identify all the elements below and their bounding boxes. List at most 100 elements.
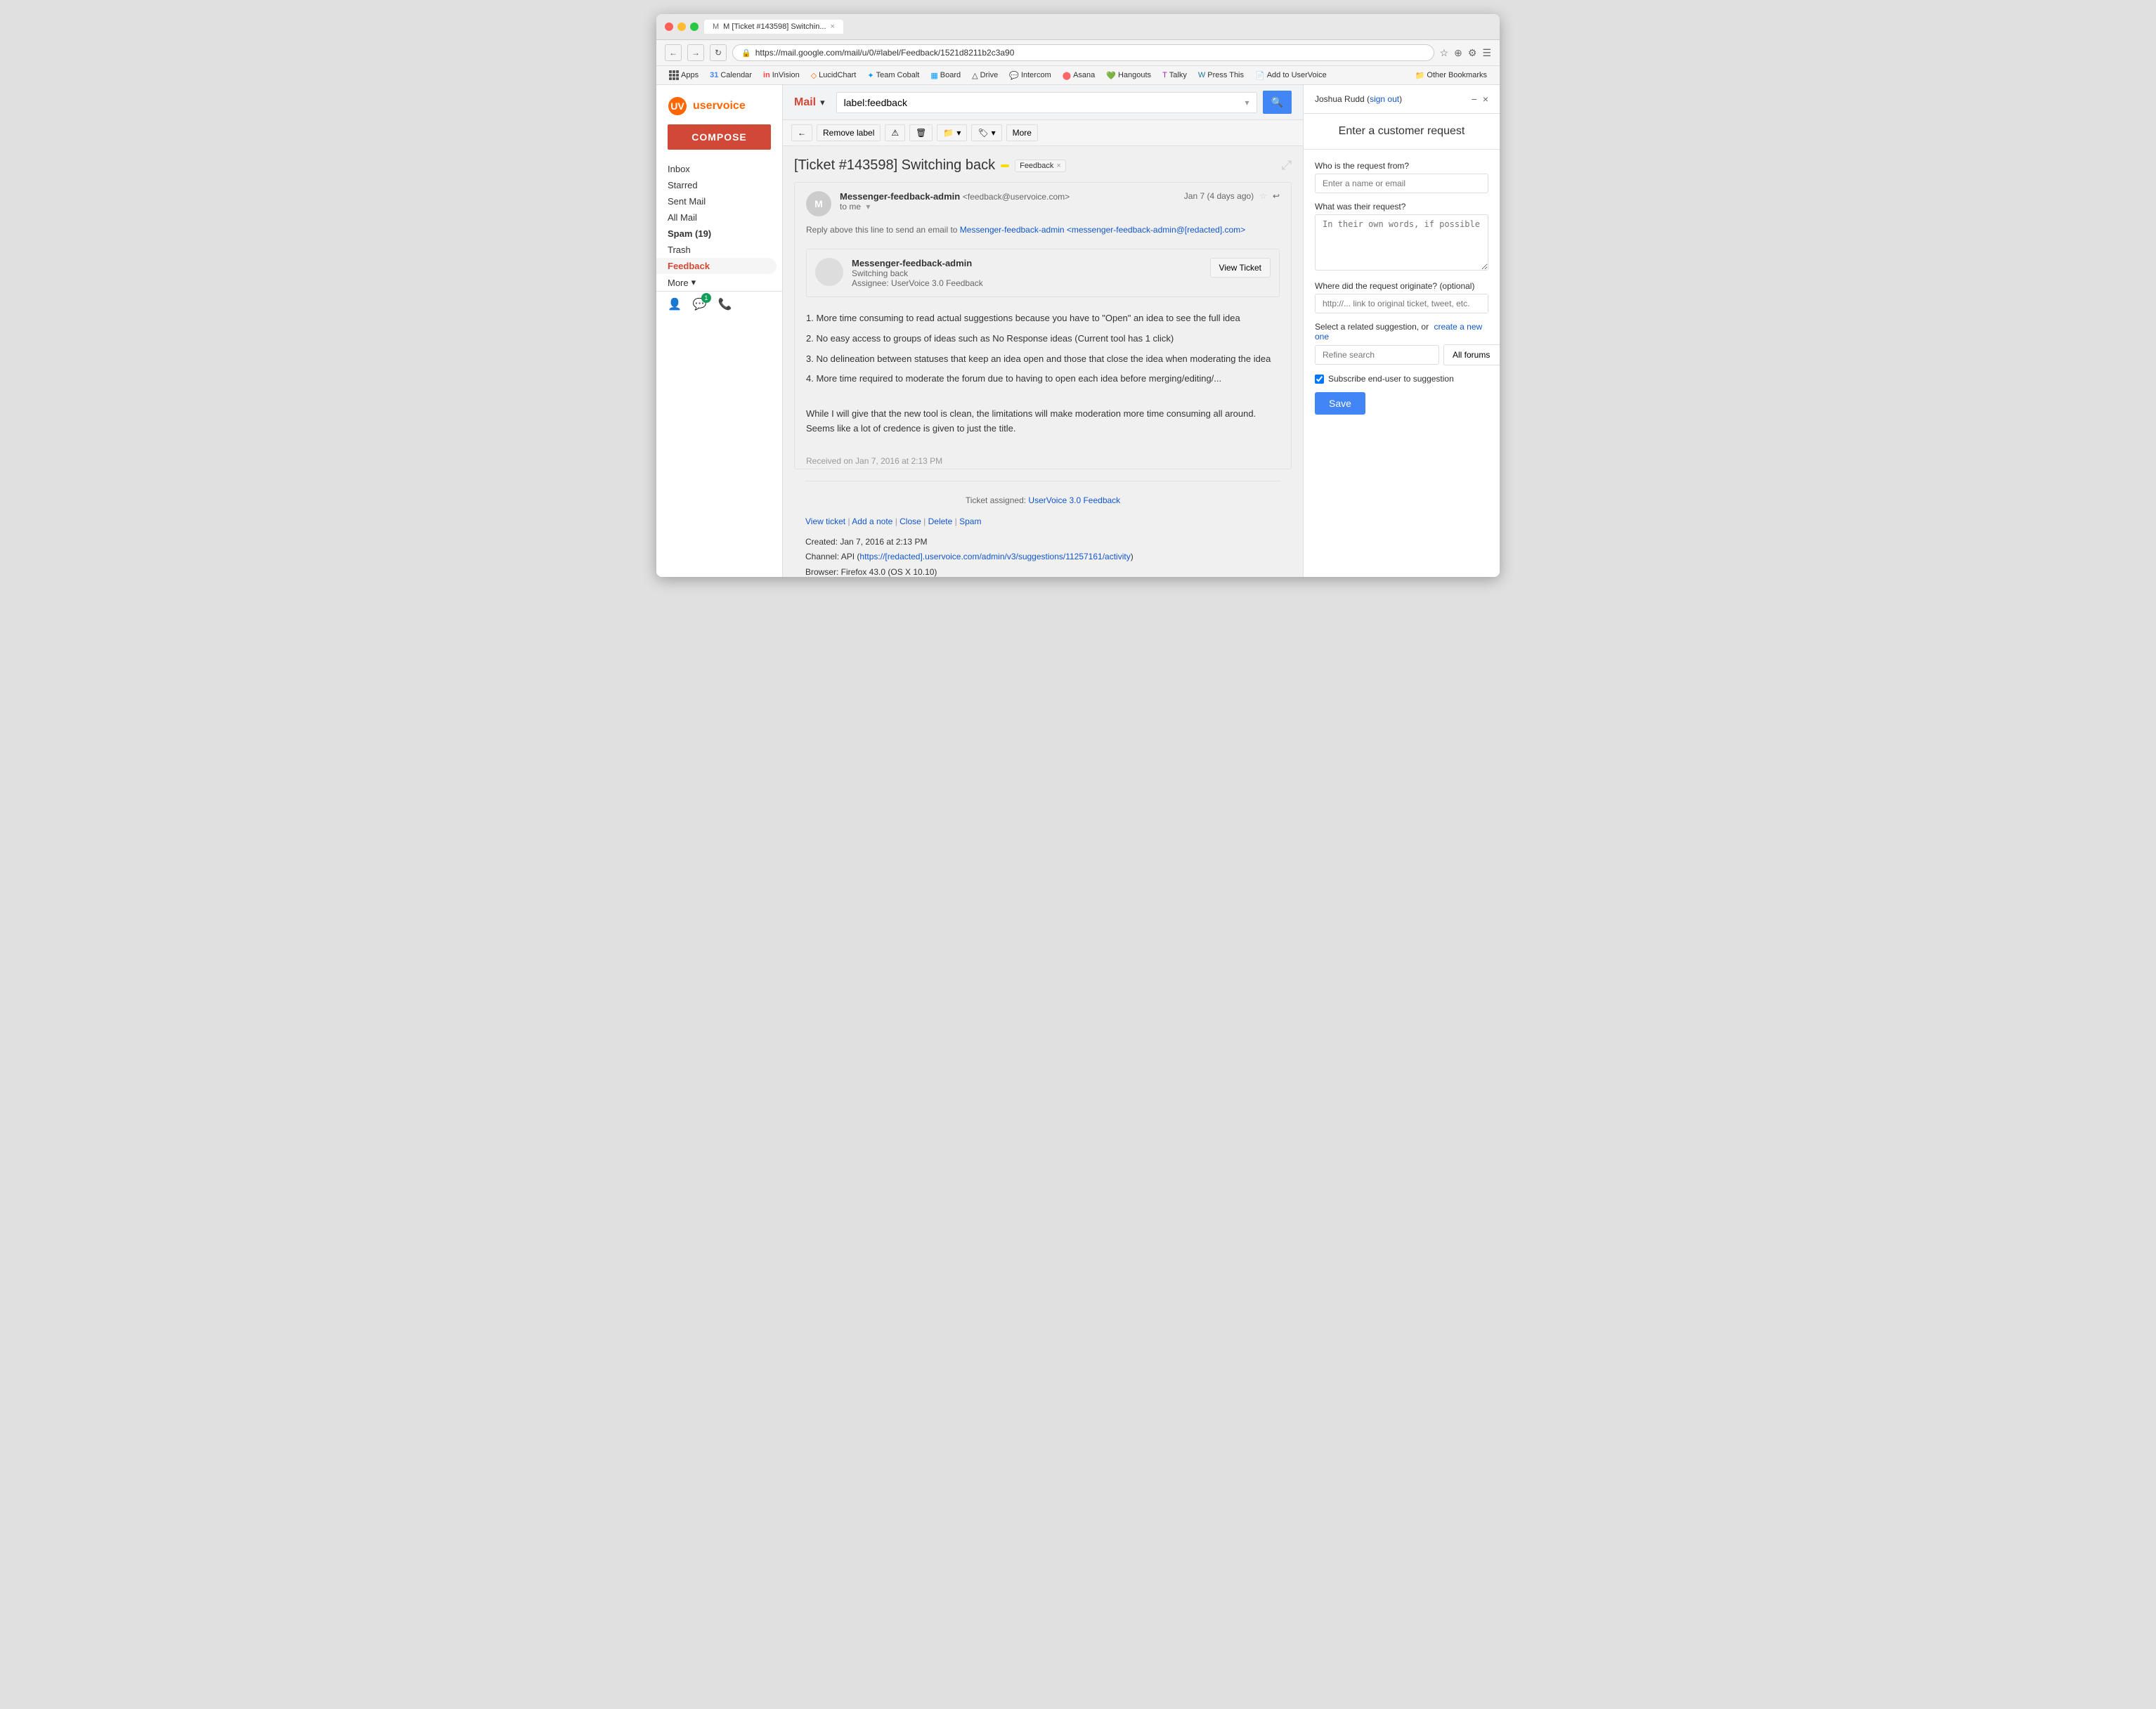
label-tag-yellow[interactable] [1001,164,1009,167]
uv-signout-link[interactable]: sign out [1370,94,1399,104]
view-ticket-button[interactable]: View Ticket [1210,258,1271,278]
uv-origin-field-group: Where did the request originate? (option… [1315,281,1488,313]
bookmark-calendar[interactable]: 31 Calendar [706,70,756,81]
search-input[interactable] [844,97,1245,108]
uv-minimize-button[interactable]: − [1472,93,1477,105]
uv-what-field-group: What was their request? [1315,202,1488,273]
contacts-icon[interactable]: 👤 [668,297,682,311]
mail-dropdown-icon[interactable]: ▾ [820,97,825,108]
uv-subscribe-checkbox[interactable] [1315,375,1324,384]
bookmark-apps-label: Apps [681,71,699,79]
folder-icon: 📁 [1415,71,1425,80]
uv-origin-input[interactable] [1315,294,1488,313]
back-to-inbox-button[interactable]: ← [791,124,812,141]
to-me-dropdown[interactable]: ▾ [866,202,870,212]
sidebar-item-starred[interactable]: Starred [656,177,777,193]
bookmark-board-label: Board [940,71,961,79]
bookmark-intercom[interactable]: 💬 Intercom [1005,70,1056,82]
delete-button[interactable]: 🗑 [909,124,933,141]
delete-link[interactable]: Delete [928,516,953,526]
spam-link[interactable]: Spam [959,516,981,526]
chat-icon[interactable]: 💬 1 [693,297,707,311]
address-bar[interactable]: 🔒 https://mail.google.com/mail/u/0/#labe… [732,44,1434,61]
back-arrow-icon: ← [798,128,806,138]
add-note-link[interactable]: Add a note [852,516,892,526]
more-button[interactable]: More [1006,124,1038,141]
extensions-icon[interactable]: ⚙ [1468,47,1477,59]
tab-close-icon[interactable]: × [831,22,835,31]
bookmark-lucidchart[interactable]: ◇ LucidChart [807,70,861,82]
bookmark-apps[interactable]: Apps [665,69,703,82]
lucidchart-icon: ◇ [811,71,817,80]
sidebar-item-all[interactable]: All Mail [656,209,777,226]
gmail-header: Mail ▾ ▾ 🔍 [783,85,1303,120]
reply-line-link[interactable]: Messenger-feedback-admin <messenger-feed… [960,225,1245,235]
sidebar-item-trash[interactable]: Trash [656,242,777,258]
bookmark-adduv[interactable]: 📄 Add to UserVoice [1251,70,1331,82]
calendar-icon: 31 [710,71,718,79]
label-remove-icon[interactable]: × [1056,162,1060,170]
star-icon[interactable]: ☆ [1440,47,1449,59]
maximize-button[interactable] [690,22,699,31]
uv-refine-search-input[interactable] [1315,345,1439,365]
body-line-3: 3. No delineation between statuses that … [806,352,1280,367]
close-link[interactable]: Close [900,516,921,526]
bookmark-asana-label: Asana [1073,71,1095,79]
bookmark-hangouts[interactable]: 💚 Hangouts [1102,70,1155,82]
bookmark-asana[interactable]: ⬤ Asana [1058,70,1100,82]
email-date: Jan 7 (4 days ago) ☆ ↩ [1184,191,1280,201]
sidebar-item-sent[interactable]: Sent Mail [656,193,777,209]
browser-tab[interactable]: M M [Ticket #143598] Switchin... × [704,20,843,34]
back-button[interactable]: ← [665,44,682,61]
bookmark-pressthis[interactable]: W Press This [1194,70,1248,81]
menu-icon[interactable]: ☰ [1482,47,1491,59]
search-button[interactable]: 🔍 [1263,91,1292,114]
body-line-4: 4. More time required to moderate the fo… [806,372,1280,386]
compose-button[interactable]: COMPOSE [668,124,771,150]
bookmark-talky[interactable]: T Talky [1158,70,1191,81]
bookmark-other[interactable]: 📁 Other Bookmarks [1411,70,1491,82]
report-spam-button[interactable]: ⚠ [885,124,905,141]
sidebar-item-spam[interactable]: Spam (19) [656,226,777,242]
star-icon[interactable]: ☆ [1259,191,1267,201]
sidebar-bottom: 👤 💬 1 📞 [656,291,782,317]
uv-save-button[interactable]: Save [1315,392,1365,415]
uv-who-input[interactable] [1315,174,1488,193]
view-ticket-link[interactable]: View ticket [805,516,845,526]
email-message: M Messenger-feedback-admin <feedback@use… [794,182,1292,469]
bookmark-board[interactable]: ▦ Board [926,70,965,82]
channel-link[interactable]: https://[redacted].uservoice.com/admin/v… [859,552,1130,561]
bookmark-teamcobalt[interactable]: ✦ Team Cobalt [863,70,923,82]
bookmark-drive-label: Drive [980,71,999,79]
uv-close-button[interactable]: × [1483,93,1488,105]
intercom-icon: 💬 [1009,71,1019,80]
uv-panel-header: Joshua Rudd (sign out) − × [1304,85,1500,114]
expand-icon[interactable]: ⤢ [1282,158,1292,173]
email-toolbar: ← Remove label ⚠ 🗑 📁 ▾ 🏷 ▾ More [783,120,1303,146]
sidebar-item-more[interactable]: More ▾ [656,274,782,291]
mail-label: Mail ▾ [794,96,825,109]
reply-icon[interactable]: ↩ [1273,191,1280,201]
browser-titlebar: M M [Ticket #143598] Switchin... × [656,14,1500,40]
bookmark-invision[interactable]: in InVision [759,70,804,81]
uv-what-textarea[interactable] [1315,214,1488,271]
reload-button[interactable]: ↻ [710,44,727,61]
bookmark-drive[interactable]: △ Drive [968,70,1002,82]
close-button[interactable] [665,22,673,31]
label-button[interactable]: 🏷 ▾ [971,124,1001,141]
sidebar-item-inbox[interactable]: Inbox [656,161,777,177]
uv-forum-select[interactable]: All forums UserVoice 3.0 Feedback Genera… [1443,344,1500,365]
remove-label-button[interactable]: Remove label [817,124,881,141]
sidebar-item-feedback[interactable]: Feedback [656,258,777,274]
move-to-button[interactable]: 📁 ▾ [937,124,967,141]
forward-button[interactable]: → [687,44,704,61]
avatar-initial: M [814,198,823,209]
mail-text: Mail [794,96,816,109]
card-assignee: Assignee: UserVoice 3.0 Feedback [852,278,1202,288]
search-dropdown-icon[interactable]: ▾ [1245,98,1249,108]
phone-icon[interactable]: 📞 [718,297,732,311]
ticket-assigned-link[interactable]: UserVoice 3.0 Feedback [1028,495,1120,505]
card-title: Messenger-feedback-admin [852,258,1202,268]
minimize-button[interactable] [677,22,686,31]
bookmark-icon[interactable]: ⊕ [1454,47,1462,59]
